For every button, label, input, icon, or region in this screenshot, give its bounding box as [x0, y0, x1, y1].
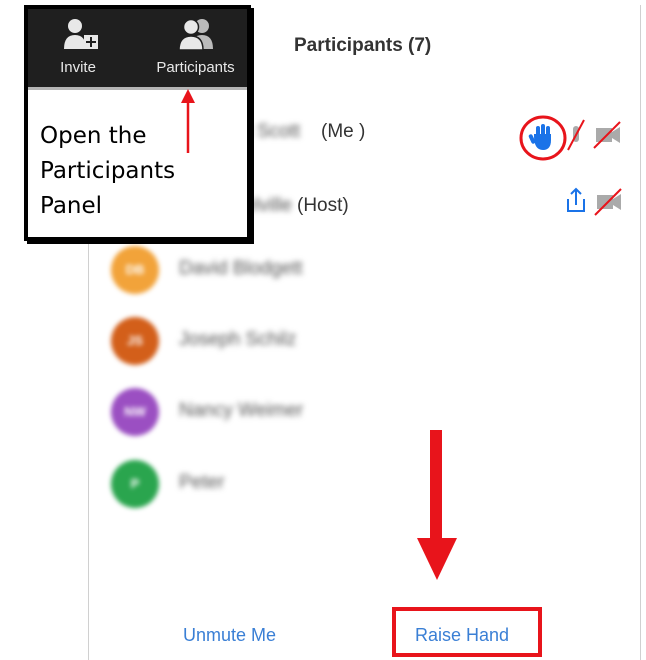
participant-status-icons [519, 115, 621, 161]
participant-row[interactable]: JS Joseph Schilz [89, 317, 640, 377]
unmute-me-button[interactable]: Unmute Me [183, 625, 276, 646]
participants-label: Participants [156, 59, 235, 76]
callout-text: Open the Participants Panel [40, 119, 240, 224]
invite-button[interactable]: Invite [38, 9, 118, 87]
participant-row[interactable]: DB David Blodgett [89, 246, 640, 306]
callout-line: Panel [40, 193, 103, 219]
video-off-icon [594, 188, 622, 216]
participants-button[interactable]: Participants [143, 9, 248, 87]
video-off-icon [593, 121, 621, 149]
avatar: JS [111, 317, 159, 365]
muted-mic-icon [567, 119, 585, 151]
participant-tag-host: (Host) [297, 195, 349, 216]
callout-line: Participants [40, 158, 176, 184]
raised-hand-icon [528, 124, 551, 150]
invite-icon [64, 19, 98, 49]
instruction-callout: Invite Participants Open the Participant… [24, 5, 251, 241]
avatar: NW [111, 388, 159, 436]
meeting-toolbar: Invite Participants [28, 9, 247, 90]
raise-hand-highlight-box [392, 607, 542, 657]
participant-name: Joseph Schilz [179, 329, 297, 350]
participant-row[interactable]: NW Nancy Weimer [89, 388, 640, 448]
participant-name: David Blodgett [179, 258, 303, 279]
avatar: DB [111, 246, 159, 294]
share-screen-icon [567, 187, 585, 212]
participant-tag-me: (Me ) [321, 121, 366, 142]
avatar: P [111, 460, 159, 508]
participant-name: Peter [179, 472, 225, 493]
participant-name: Nancy Weimer [179, 400, 304, 421]
invite-label: Invite [60, 59, 96, 76]
participant-row[interactable]: P Peter [89, 460, 640, 520]
host-status-icons [567, 187, 622, 216]
panel-title: Participants (7) [294, 35, 432, 56]
down-arrow-annotation [417, 430, 457, 580]
callout-line: Open the [40, 123, 147, 149]
participants-icon [178, 18, 213, 51]
